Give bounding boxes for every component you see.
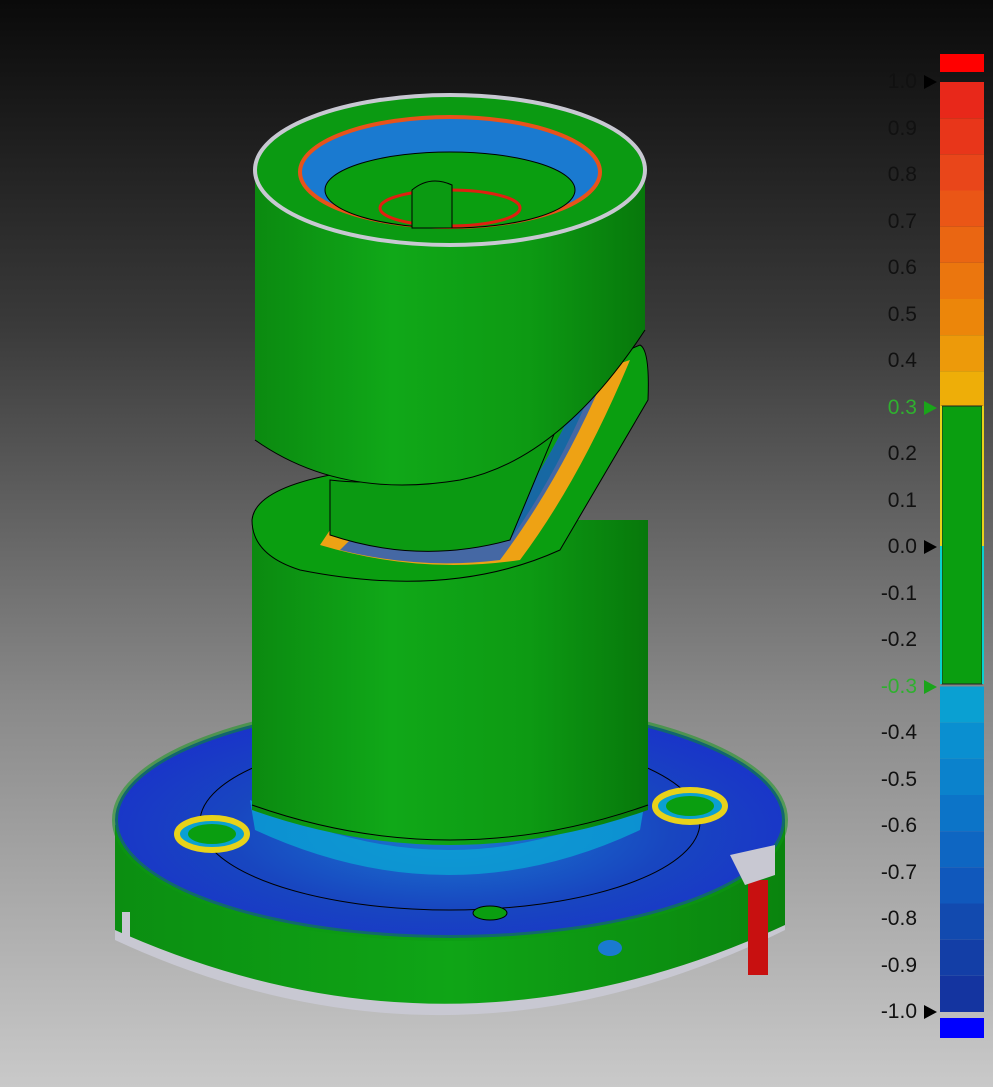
deviation-3d-viewport[interactable] xyxy=(0,0,993,1087)
scale-label: -0.2 xyxy=(880,628,917,651)
scale-label: 0.6 xyxy=(887,256,917,279)
scale-label: -0.7 xyxy=(880,860,917,884)
scale-band xyxy=(940,226,984,263)
scale-label: -0.8 xyxy=(880,907,917,930)
scale-label: -0.9 xyxy=(880,953,917,977)
scale-label: 0.7 xyxy=(887,209,917,233)
scale-marker-arrow[interactable] xyxy=(924,540,937,554)
scale-marker-arrow[interactable] xyxy=(924,679,937,694)
scale-band xyxy=(940,939,984,976)
color-scale xyxy=(940,54,984,1038)
scale-label: 0.8 xyxy=(887,163,917,186)
scale-band xyxy=(940,686,984,723)
scale-label: -0.5 xyxy=(880,767,917,791)
scale-band xyxy=(940,118,984,155)
scale-band xyxy=(940,154,984,191)
scale-label: 0.0 xyxy=(887,535,917,558)
scale-label: 0.5 xyxy=(887,302,917,326)
scale-marker-arrow[interactable] xyxy=(924,400,937,415)
scale-label: 0.4 xyxy=(887,349,917,372)
scale-label: 0.1 xyxy=(887,488,917,512)
scale-label: 0.3 xyxy=(887,395,917,419)
over-max-swatch xyxy=(940,54,984,72)
over-tolerance-patch xyxy=(748,880,768,975)
scale-label: -0.3 xyxy=(880,674,917,698)
scale-label: 0.2 xyxy=(887,442,917,465)
flange-hole-front xyxy=(472,905,508,921)
scale-label: 0.9 xyxy=(887,116,917,140)
scale-label: 1.0 xyxy=(887,70,917,93)
scale-marker-arrow[interactable] xyxy=(924,1005,937,1019)
scale-band xyxy=(940,903,984,940)
scale-label: -0.6 xyxy=(880,814,917,837)
scale-band xyxy=(940,299,984,336)
scale-label: -0.4 xyxy=(880,721,917,744)
tolerance-band xyxy=(941,405,983,685)
scale-marker-arrow[interactable] xyxy=(924,75,937,89)
scale-band xyxy=(940,831,984,868)
scale-label: -1.0 xyxy=(880,1000,917,1023)
scale-band xyxy=(940,262,984,299)
scale-band xyxy=(940,82,984,119)
scale-band xyxy=(940,722,984,759)
scale-band xyxy=(940,975,984,1012)
scale-band xyxy=(940,795,984,832)
scale-label: -0.1 xyxy=(880,581,917,605)
scale-band xyxy=(940,335,984,372)
scale-band xyxy=(940,371,984,408)
scale-band xyxy=(940,190,984,227)
scale-band xyxy=(940,867,984,904)
scale-band xyxy=(940,758,984,795)
under-min-swatch xyxy=(940,1018,984,1038)
